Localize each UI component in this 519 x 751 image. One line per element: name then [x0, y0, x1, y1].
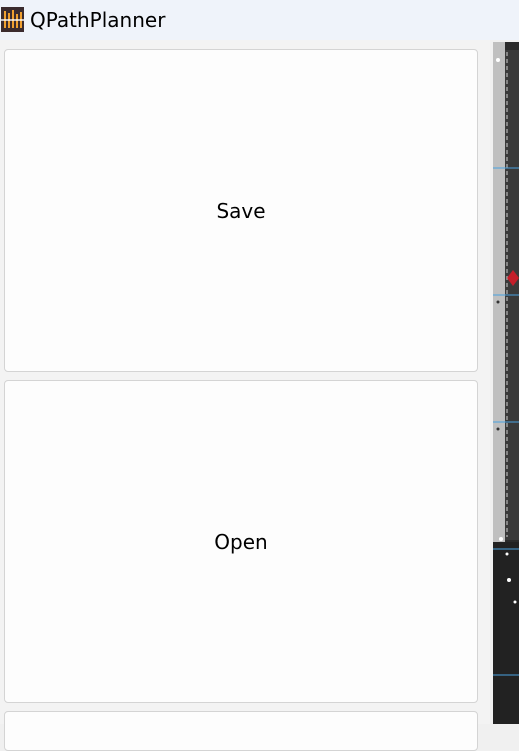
title-bar: QPathPlanner — [0, 0, 519, 40]
third-button[interactable] — [4, 711, 478, 751]
control-panel: Save Open — [0, 40, 490, 751]
window-title: QPathPlanner — [30, 8, 166, 32]
map-view[interactable] — [493, 42, 519, 724]
app-logo-icon — [1, 7, 24, 32]
open-button[interactable]: Open — [4, 380, 478, 703]
save-button[interactable]: Save — [4, 49, 478, 372]
save-button-label: Save — [216, 198, 266, 223]
map-canvas — [493, 42, 519, 724]
open-button-label: Open — [214, 529, 268, 554]
